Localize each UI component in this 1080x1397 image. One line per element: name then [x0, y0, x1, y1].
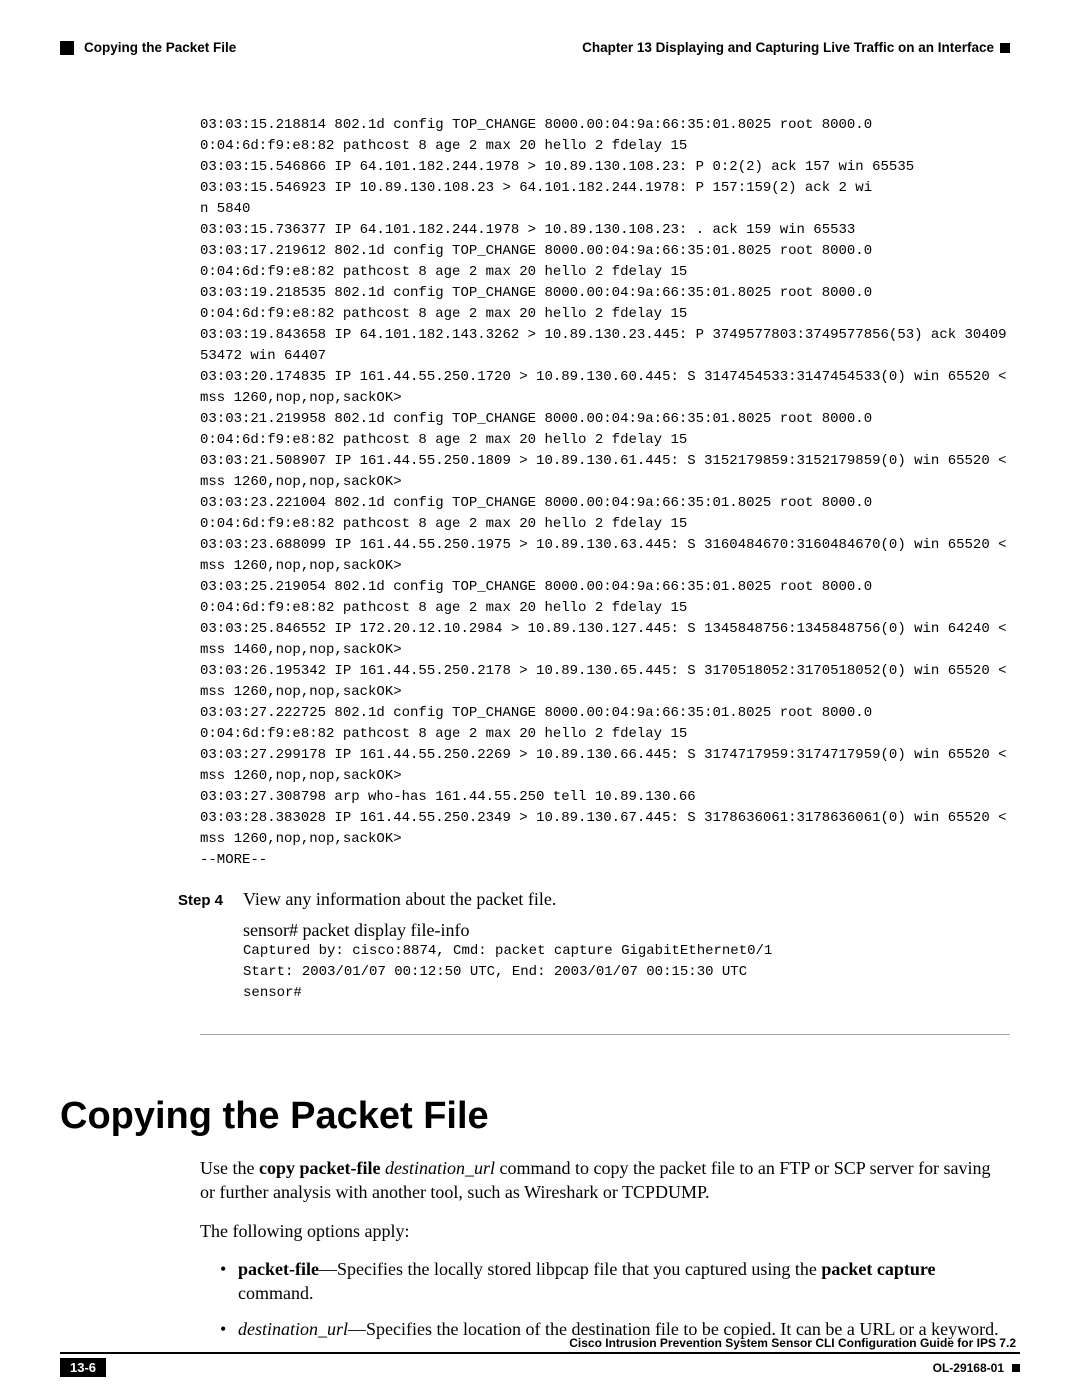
- header-right-square-icon: [1000, 43, 1010, 53]
- section-title: Copying the Packet File: [60, 1095, 1020, 1138]
- footer-bottom-row: 13-6 OL-29168-01: [60, 1354, 1020, 1377]
- header-square-icon: [60, 41, 74, 55]
- intro-cmd: copy packet-file: [259, 1158, 380, 1178]
- section-divider: [200, 1034, 1010, 1035]
- section-body: Use the copy packet-file destination_url…: [200, 1156, 1000, 1342]
- step-4-instruction: View any information about the packet fi…: [243, 889, 1000, 910]
- page: Copying the Packet File Chapter 13 Displ…: [0, 0, 1080, 1397]
- page-header: Copying the Packet File Chapter 13 Displ…: [60, 40, 1020, 55]
- cli-command: packet display file-info: [303, 920, 470, 940]
- step-4-label: Step 4: [178, 889, 223, 1004]
- footer-doc-id-wrap: OL-29168-01: [933, 1361, 1020, 1375]
- cli-output: Captured by: cisco:8874, Cmd: packet cap…: [243, 941, 1000, 1004]
- bullet1-term: packet-file: [238, 1259, 319, 1279]
- footer-doc-id: OL-29168-01: [933, 1361, 1004, 1375]
- step-4-body: View any information about the packet fi…: [243, 889, 1000, 1004]
- packet-dump-text: 03:03:15.218814 802.1d config TOP_CHANGE…: [200, 115, 1010, 871]
- header-section-label: Copying the Packet File: [84, 40, 236, 55]
- intro-arg: destination_url: [380, 1158, 495, 1178]
- page-footer: Cisco Intrusion Prevention System Sensor…: [60, 1336, 1020, 1377]
- step-4-row: Step 4 View any information about the pa…: [178, 889, 1000, 1004]
- page-number: 13-6: [60, 1358, 106, 1377]
- packet-dump-block: 03:03:15.218814 802.1d config TOP_CHANGE…: [200, 115, 1010, 871]
- footer-square-icon: [1012, 1364, 1020, 1372]
- options-list: packet-file—Specifies the locally stored…: [200, 1257, 1000, 1342]
- header-right: Chapter 13 Displaying and Capturing Live…: [582, 40, 1010, 55]
- cli-prompt: sensor#: [243, 920, 303, 940]
- bullet1-end: command.: [238, 1283, 313, 1303]
- intro-paragraph: Use the copy packet-file destination_url…: [200, 1156, 1000, 1205]
- footer-guide-title: Cisco Intrusion Prevention System Sensor…: [60, 1336, 1020, 1354]
- header-left: Copying the Packet File: [60, 40, 236, 55]
- step-4-command-block: sensor# packet display file-info Capture…: [243, 920, 1000, 1004]
- options-intro: The following options apply:: [200, 1219, 1000, 1243]
- intro-prefix: Use the: [200, 1158, 259, 1178]
- bullet1-term2: packet capture: [821, 1259, 935, 1279]
- header-chapter-label: Chapter 13 Displaying and Capturing Live…: [582, 40, 994, 55]
- list-item: packet-file—Specifies the locally stored…: [220, 1257, 1000, 1306]
- bullet1-mid: —Specifies the locally stored libpcap fi…: [319, 1259, 821, 1279]
